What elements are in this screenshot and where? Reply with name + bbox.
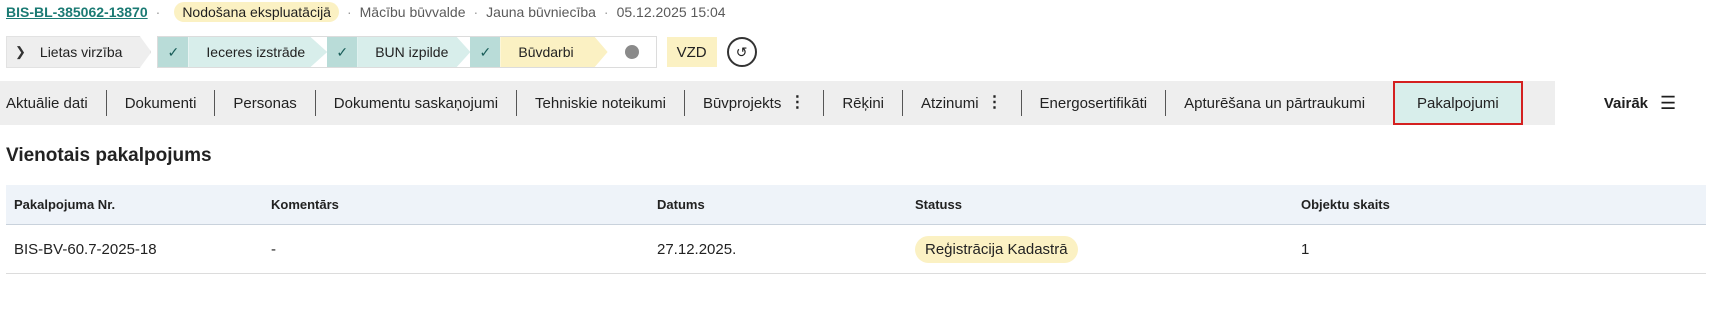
tab-label: Atzinumi bbox=[921, 94, 979, 112]
case-id-link[interactable]: BIS-BL-385062-13870 bbox=[6, 4, 148, 20]
status-badge: Nodošana ekspluatācijā bbox=[174, 2, 339, 22]
kebab-menu-icon[interactable]: ⋮ bbox=[789, 95, 805, 111]
tab-bar: Aktuālie dati Dokumenti Personas Dokumen… bbox=[0, 81, 1725, 125]
column-header: Datums bbox=[657, 197, 705, 212]
table-header: Pakalpojuma Nr. Komentārs Datums Statuss… bbox=[6, 185, 1706, 225]
check-icon: ✓ bbox=[470, 37, 501, 67]
check-icon: ✓ bbox=[158, 37, 189, 67]
tab-dokumentu-saskanojumi[interactable]: Dokumentu saskaņojumi bbox=[316, 81, 516, 125]
tab-aptuesana-un-partraukumi[interactable]: Apturēšana un pārtraukumi bbox=[1166, 81, 1383, 125]
separator: · bbox=[346, 4, 352, 20]
status-badge: Reģistrācija Kadastrā bbox=[915, 235, 1078, 263]
tab-personas[interactable]: Personas bbox=[215, 81, 314, 125]
column-header: Objektu skaits bbox=[1301, 197, 1390, 212]
tab-aktualie-dati[interactable]: Aktuālie dati bbox=[0, 81, 106, 125]
pending-dot-icon bbox=[624, 45, 639, 59]
step-label: BUN izpilde bbox=[357, 37, 471, 67]
tab-tehniskie-noteikumi[interactable]: Tehniskie noteikumi bbox=[517, 81, 684, 125]
tab-pakalpojumi[interactable]: Pakalpojumi bbox=[1393, 81, 1523, 125]
progress-bar: ❯ Lietas virzība ✓ Ieceres izstrāde ✓ BU… bbox=[6, 36, 757, 68]
step-bun-izpilde: ✓ BUN izpilde bbox=[327, 37, 471, 67]
step-buvdarbi: ✓ Būvdarbi bbox=[470, 37, 608, 67]
column-header: Komentārs bbox=[271, 197, 339, 212]
authority-text: Mācību būvvalde bbox=[359, 4, 466, 20]
history-icon[interactable]: ↺ bbox=[726, 37, 757, 67]
tab-label: Būvprojekts bbox=[702, 94, 782, 112]
vzd-badge: VZD bbox=[666, 37, 717, 67]
object-count-cell: 1 bbox=[1301, 240, 1310, 258]
section-title: Vienotais pakalpojums bbox=[6, 145, 212, 166]
column-header: Pakalpojuma Nr. bbox=[14, 197, 116, 212]
status-cell: Reģistrācija Kadastrā bbox=[915, 235, 1301, 263]
construction-type-text: Jauna būvniecība bbox=[486, 4, 596, 20]
chevron-right-icon: ❯ bbox=[15, 44, 26, 59]
lietas-virziba-button[interactable]: ❯ Lietas virzība bbox=[6, 36, 152, 68]
more-button[interactable]: Vairāk ☰ bbox=[1555, 81, 1725, 125]
menu-icon: ☰ bbox=[1660, 92, 1677, 113]
step-pending bbox=[607, 37, 656, 67]
check-icon: ✓ bbox=[327, 37, 358, 67]
step-label: Būvdarbi bbox=[500, 37, 608, 67]
service-number: BIS-BV-60.7-2025-18 bbox=[14, 240, 157, 258]
more-label: Vairāk bbox=[1603, 94, 1649, 112]
table-row[interactable]: BIS-BV-60.7-2025-18 - 27.12.2025. Reģist… bbox=[6, 225, 1706, 274]
tab-dokumenti[interactable]: Dokumenti bbox=[107, 81, 215, 125]
comment-cell: - bbox=[271, 240, 276, 258]
services-table: Pakalpojuma Nr. Komentārs Datums Statuss… bbox=[6, 185, 1706, 274]
tab-atzinumi[interactable]: Atzinumi ⋮ bbox=[903, 81, 1021, 125]
column-header: Statuss bbox=[915, 197, 962, 212]
tab-buvprojekts[interactable]: Būvprojekts ⋮ bbox=[685, 81, 823, 125]
stepper: ✓ Ieceres izstrāde ✓ BUN izpilde ✓ Būvda… bbox=[157, 36, 657, 68]
step-label: Ieceres izstrāde bbox=[188, 37, 328, 67]
separator: · bbox=[603, 4, 609, 20]
step-ieceres-izstrade: ✓ Ieceres izstrāde bbox=[158, 37, 328, 67]
kebab-menu-icon[interactable]: ⋮ bbox=[987, 95, 1003, 111]
date-cell: 27.12.2025. bbox=[657, 240, 737, 258]
case-header: BIS-BL-385062-13870 · Nodošana ekspluatā… bbox=[6, 2, 726, 22]
tab-rekini[interactable]: Rēķini bbox=[824, 81, 902, 125]
tab-energosertifikati[interactable]: Energosertifikāti bbox=[1022, 81, 1166, 125]
lietas-virziba-label: Lietas virzība bbox=[39, 44, 123, 60]
separator: · bbox=[155, 4, 161, 20]
separator: · bbox=[473, 4, 479, 20]
datetime-text: 05.12.2025 15:04 bbox=[616, 4, 726, 20]
